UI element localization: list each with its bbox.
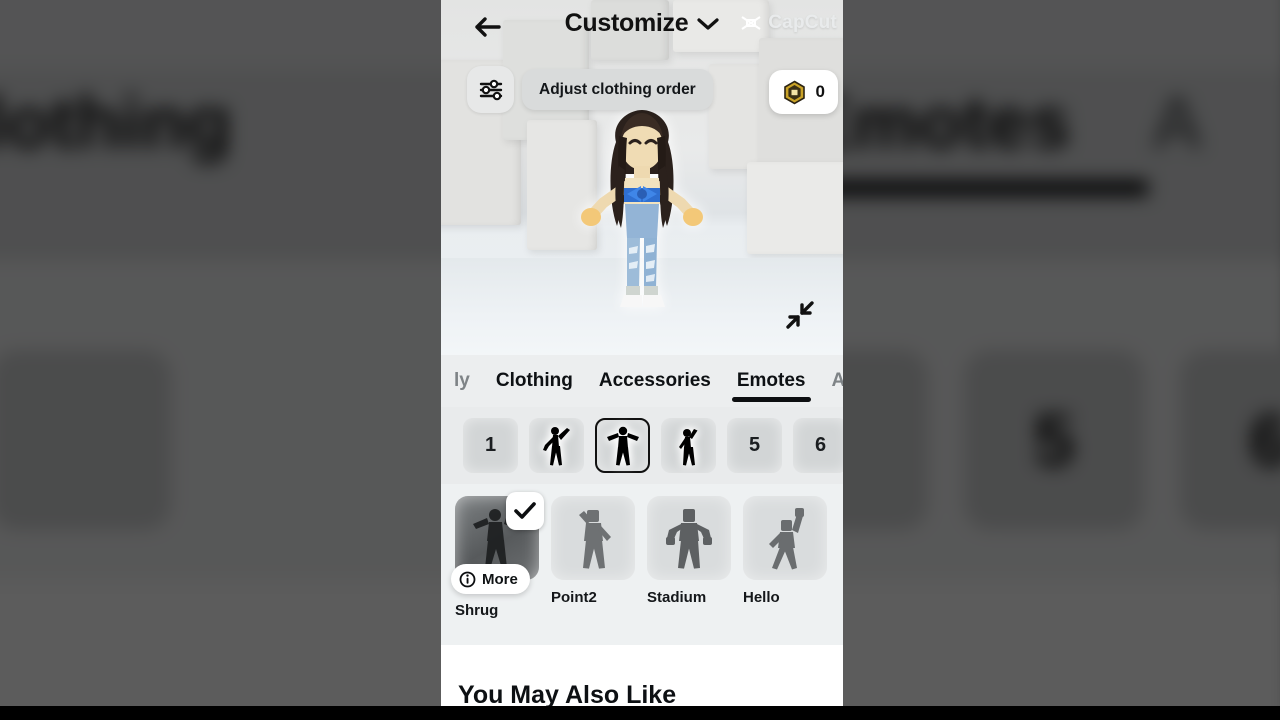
capcut-label: CapCut [768, 12, 837, 33]
tab-clothing[interactable]: Clothing [483, 355, 586, 407]
robux-icon [783, 80, 805, 104]
adjust-clothing-order-button[interactable] [467, 66, 514, 113]
capcut-logo-icon [741, 16, 761, 30]
emote-slot-label: 6 [814, 434, 827, 456]
tab-label: A [831, 370, 844, 391]
robux-value: 0 [815, 82, 825, 101]
emote-pose-stadium-icon [666, 509, 712, 569]
emote-name: Shrug [455, 602, 499, 619]
screen: ly Clothing 1 Emotes A 5 [0, 0, 1280, 720]
emote-slot-4[interactable] [661, 418, 716, 473]
emote-more-label: More [482, 570, 518, 588]
tab-partial-left[interactable]: ly [441, 355, 483, 407]
adjust-clothing-order-row: Adjust clothing order [467, 66, 713, 113]
emote-slot-5[interactable]: 5 [727, 418, 782, 473]
adjust-clothing-order-tooltip: Adjust clothing order [522, 69, 713, 110]
avatar-character[interactable] [567, 108, 717, 338]
emote-pose-shrug-icon [606, 426, 639, 465]
emote-card-point2: Point2 [551, 496, 635, 619]
background-blur-left: ly Clothing 1 [0, 0, 441, 720]
emote-thumbnail[interactable] [647, 496, 731, 580]
tooltip-text: Adjust clothing order [539, 80, 696, 98]
bg-tab-clothing: Clothing [0, 81, 232, 164]
emote-name: Point2 [551, 589, 597, 606]
emote-pose-point-icon [579, 510, 611, 569]
background-blur-right: Emotes A 5 6 [843, 0, 1280, 720]
emote-slot-row: 1 5 6 [441, 407, 843, 484]
category-tabs: ly Clothing Accessories Emotes A [441, 355, 843, 407]
emote-slot-label: 5 [748, 434, 761, 456]
emote-slot-6[interactable]: 6 [793, 418, 843, 473]
tab-emotes[interactable]: Emotes [724, 355, 819, 407]
tab-partial-right[interactable]: A [819, 355, 844, 407]
emote-slot-1[interactable]: 1 [463, 418, 518, 473]
tab-label: Emotes [736, 370, 806, 391]
sliders-icon [479, 79, 502, 100]
check-icon [514, 502, 536, 519]
emote-grid: More Shrug Point2 Stadium Hello [441, 492, 843, 619]
chevron-down-icon[interactable] [697, 17, 719, 31]
emote-slot-label: 1 [484, 434, 497, 456]
emote-selected-badge [506, 492, 544, 530]
tab-label: Clothing [495, 370, 573, 391]
tab-label: ly [454, 370, 470, 391]
emote-slot-2[interactable] [529, 418, 584, 473]
emote-pose-point-icon [678, 428, 697, 465]
emote-name: Hello [743, 589, 780, 606]
emote-more-button[interactable]: More [451, 564, 530, 594]
info-icon [459, 571, 476, 587]
bg-slot-5: 5 [1033, 398, 1075, 482]
avatar-viewport[interactable]: Customize CapCut Adjust clothing order 0 [441, 0, 843, 355]
emote-card-hello: Hello [743, 496, 827, 619]
page-title-text: Customize [564, 9, 689, 37]
bg-tab-emotes: Emotes [843, 81, 1071, 164]
emote-thumbnail[interactable] [743, 496, 827, 580]
emote-slot-3[interactable] [595, 418, 650, 473]
top-bar: Customize CapCut [441, 0, 843, 52]
bg-tab-a: A [1150, 81, 1204, 164]
tab-accessories[interactable]: Accessories [586, 355, 724, 407]
emote-card-shrug: More Shrug [451, 492, 544, 619]
emote-thumbnail[interactable] [551, 496, 635, 580]
bg-slot-6: 6 [1249, 398, 1280, 482]
robux-balance[interactable]: 0 [768, 70, 838, 114]
bottom-letterbox [0, 706, 1280, 720]
emote-pose-wave-icon [542, 426, 570, 465]
tab-label: Accessories [598, 370, 711, 391]
you-may-also-like-section: You May Also Like [441, 645, 843, 709]
emote-grid-section: More Shrug Point2 Stadium Hello [441, 484, 843, 645]
emote-card-stadium: Stadium [647, 496, 731, 619]
phone-content: Customize CapCut Adjust clothing order 0… [441, 0, 843, 720]
emote-pose-hello-icon [769, 508, 804, 570]
emote-name: Stadium [647, 589, 707, 606]
capcut-watermark: CapCut [740, 12, 837, 34]
emote-thumbnail[interactable]: More [451, 492, 544, 594]
collapse-arrows-icon[interactable] [782, 297, 818, 333]
